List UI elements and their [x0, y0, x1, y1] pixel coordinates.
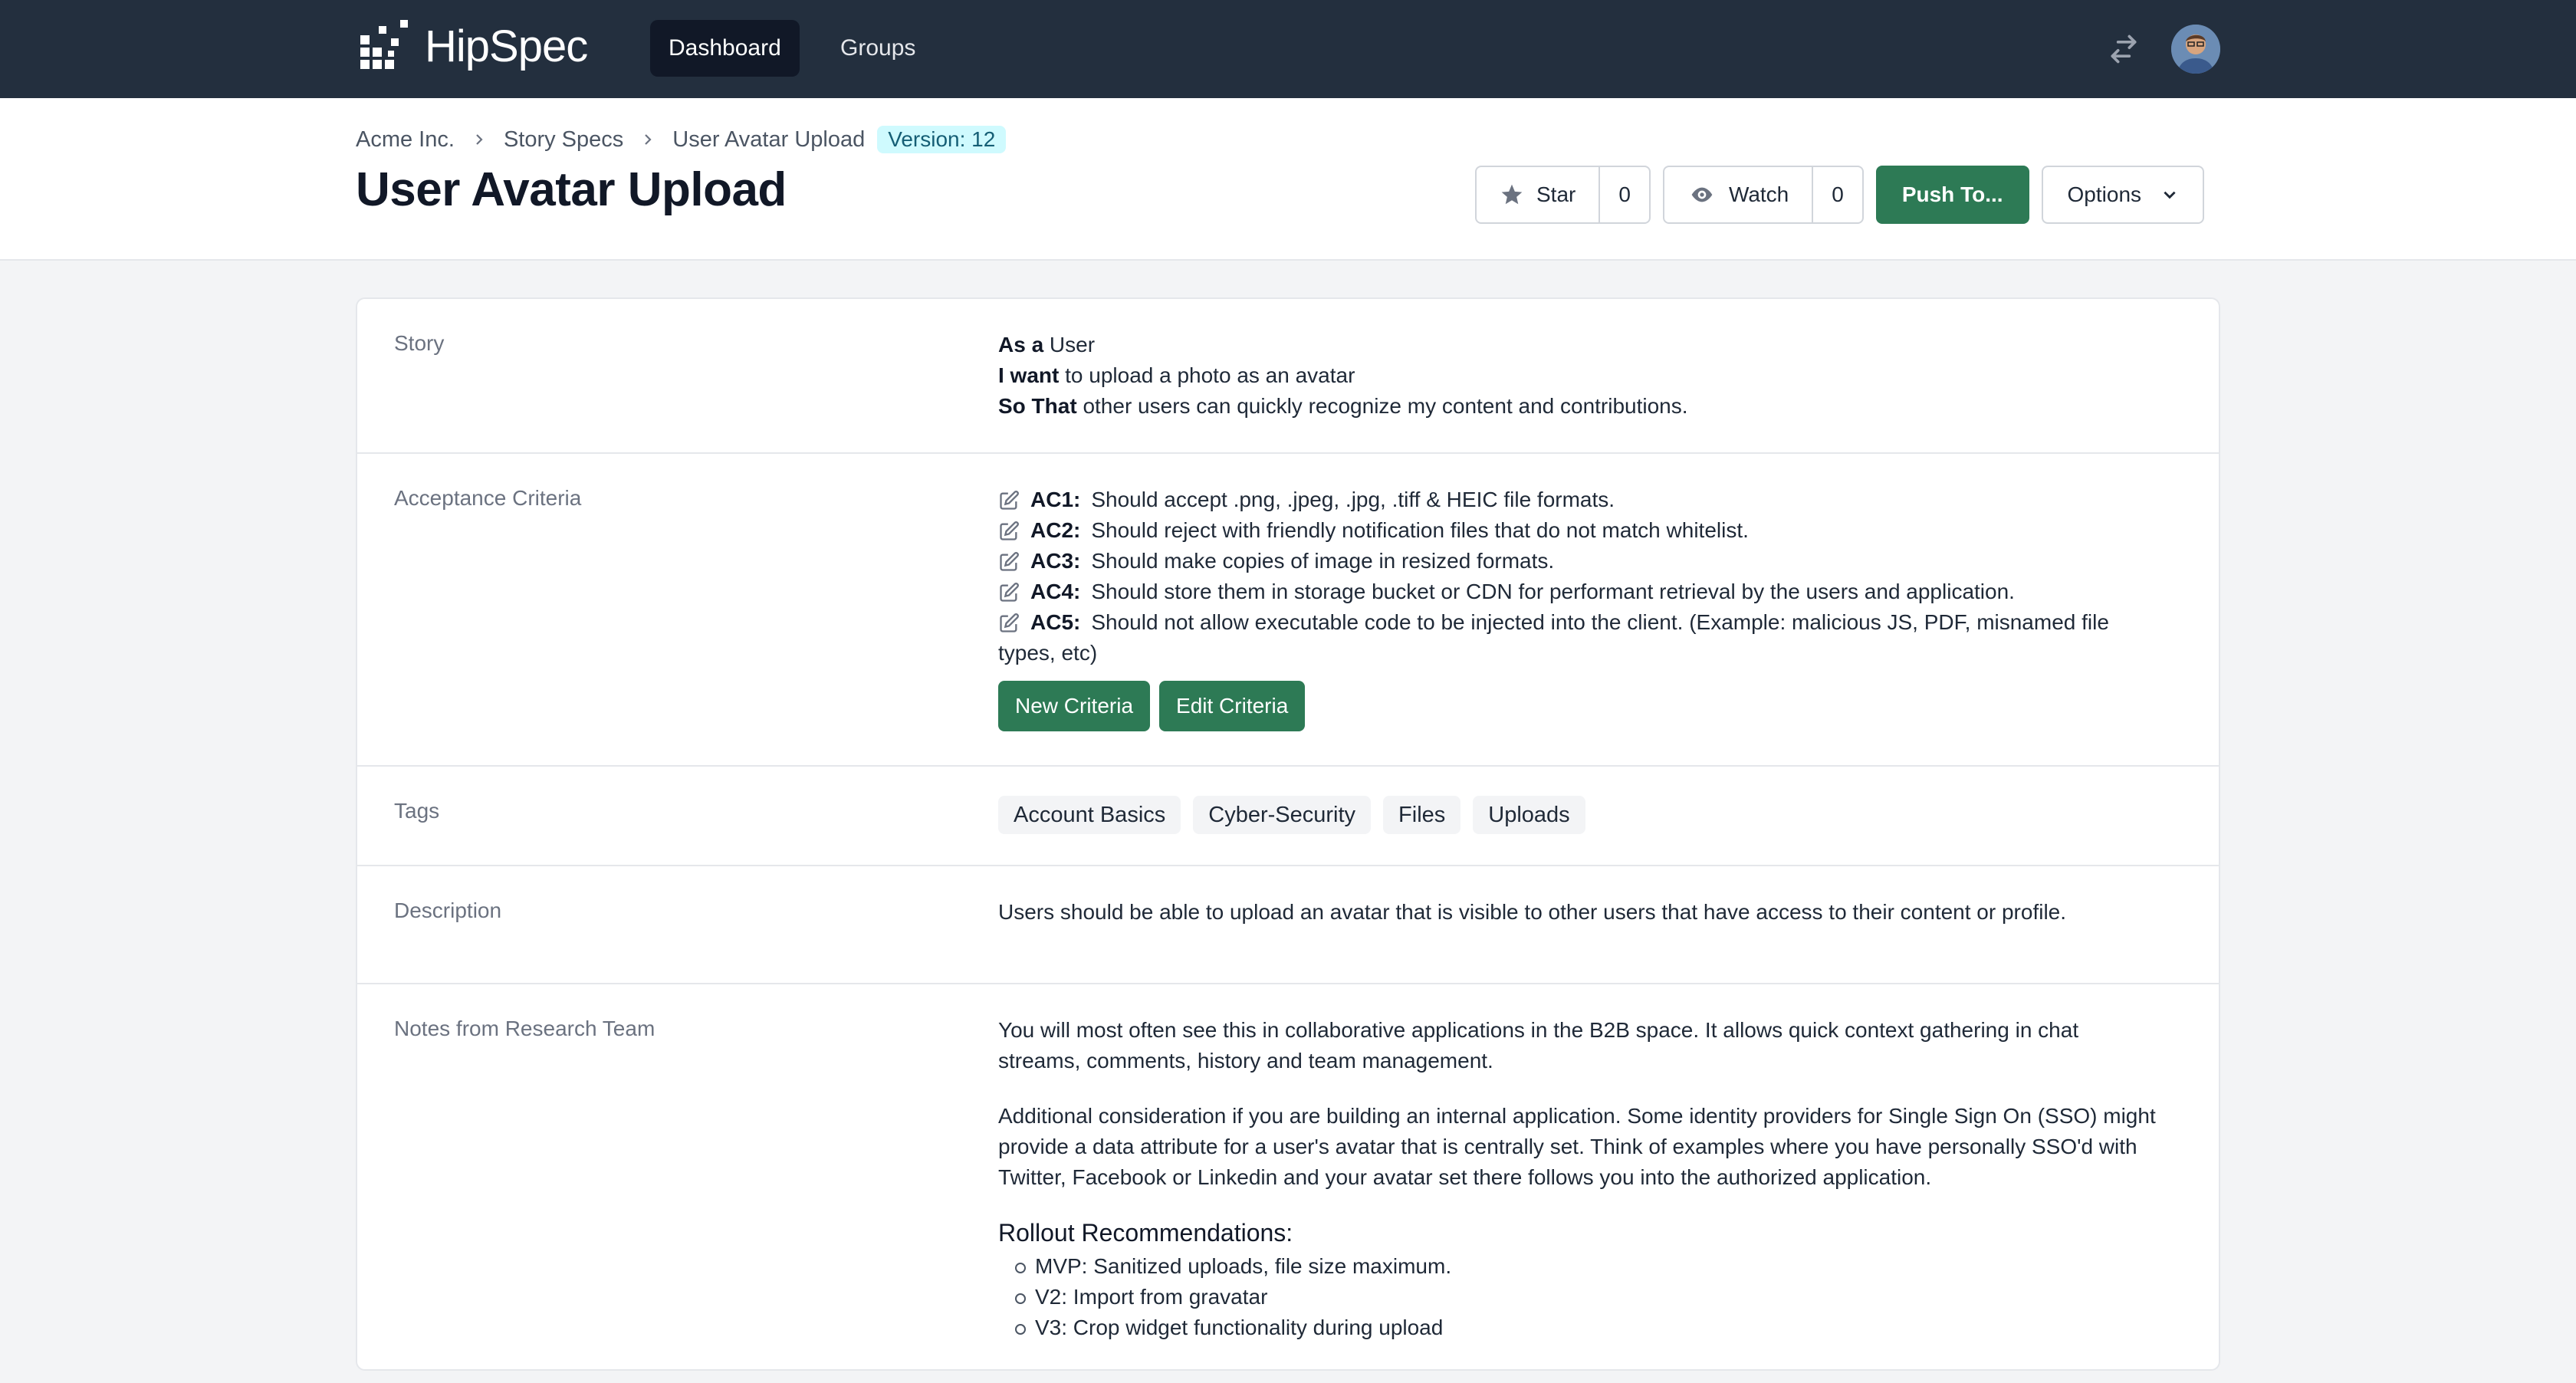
criteria-item: AC4: Should store them in storage bucket … — [998, 577, 2157, 607]
tag[interactable]: Files — [1383, 796, 1461, 834]
so-that-text: other users can quickly recognize my con… — [1076, 394, 1688, 418]
criteria-text: Should make copies of image in resized f… — [1091, 549, 1555, 573]
nav-dashboard[interactable]: Dashboard — [650, 20, 800, 77]
criteria-item: AC3: Should make copies of image in resiz… — [998, 546, 2157, 577]
criteria-label: Acceptance Criteria — [394, 486, 582, 510]
nav-groups[interactable]: Groups — [822, 20, 934, 77]
criteria-content: AC1: Should accept .png, .jpeg, .jpg, .ti… — [998, 485, 2157, 731]
as-a-text: User — [1043, 333, 1096, 356]
star-button-group: Star 0 — [1475, 166, 1651, 224]
watch-count: 0 — [1832, 182, 1844, 206]
page-header: Acme Inc. Story Specs User Avatar Upload… — [0, 98, 2576, 261]
tags-content: Account Basics Cyber-Security Files Uploads — [998, 796, 2157, 834]
user-avatar[interactable] — [2171, 25, 2220, 74]
notes-paragraph: You will most often see this in collabor… — [998, 1018, 2079, 1073]
options-label: Options — [2067, 182, 2142, 206]
chevron-right-icon — [476, 134, 483, 145]
criteria-item: AC2: Should reject with friendly notifica… — [998, 515, 2157, 546]
i-want-keyword: I want — [998, 363, 1060, 387]
options-dropdown[interactable]: Options — [2041, 166, 2205, 224]
breadcrumb-current[interactable]: User Avatar Upload — [672, 127, 865, 153]
edit-icon[interactable] — [998, 582, 1020, 603]
push-to-button[interactable]: Push To... — [1875, 166, 2029, 224]
eye-icon — [1691, 187, 1713, 202]
criteria-id: AC4: — [1030, 580, 1081, 603]
rollout-title: Rollout Recommendations: — [998, 1219, 1293, 1247]
star-label: Star — [1536, 182, 1576, 206]
list-item: V3: Crop widget functionality during upl… — [1015, 1312, 2157, 1343]
criteria-text: Should not allow executable code to be i… — [998, 610, 2109, 665]
new-criteria-button[interactable]: New Criteria — [998, 681, 1151, 731]
breadcrumb-org[interactable]: Acme Inc. — [356, 127, 455, 153]
edit-icon[interactable] — [998, 613, 1020, 634]
tag[interactable]: Uploads — [1473, 796, 1585, 834]
breadcrumb-story-specs[interactable]: Story Specs — [504, 127, 623, 153]
star-button[interactable]: Star — [1477, 167, 1601, 222]
list-item: V2: Import from gravatar — [1015, 1282, 2157, 1312]
tags-label: Tags — [394, 799, 440, 823]
description-row: Description Users should be able to uplo… — [357, 866, 2219, 984]
description-text: Users should be able to upload an avatar… — [998, 900, 2067, 924]
version-badge: Version: 12 — [877, 126, 1007, 153]
story-card: Story As a User I want to upload a photo… — [356, 297, 2220, 1371]
criteria-id: AC5: — [1030, 610, 1081, 634]
top-navbar: HipSpec Dashboard Groups — [0, 0, 2576, 98]
story-row: Story As a User I want to upload a photo… — [357, 299, 2219, 454]
watch-label: Watch — [1728, 182, 1789, 206]
app-name: HipSpec — [425, 21, 588, 71]
edit-icon[interactable] — [998, 521, 1020, 542]
criteria-item: AC5: Should not allow executable code to … — [998, 607, 2157, 669]
story-label: Story — [394, 331, 445, 355]
acceptance-criteria-row: Acceptance Criteria AC1: Should accept .p… — [357, 454, 2219, 767]
chevron-right-icon — [645, 134, 652, 145]
watch-button[interactable]: Watch — [1664, 167, 1814, 222]
star-icon — [1501, 184, 1523, 205]
notes-paragraph: Additional consideration if you are buil… — [998, 1104, 2156, 1189]
swap-arrows-icon[interactable] — [2107, 32, 2141, 66]
i-want-text: to upload a photo as an avatar — [1059, 363, 1355, 387]
list-item: MVP: Sanitized uploads, file size maximu… — [1015, 1251, 2157, 1282]
criteria-text: Should accept .png, .jpeg, .jpg, .tiff &… — [1091, 488, 1615, 511]
tag[interactable]: Account Basics — [998, 796, 1181, 834]
criteria-text: Should store them in storage bucket or C… — [1091, 580, 2015, 603]
criteria-id: AC3: — [1030, 549, 1081, 573]
rollout-list: MVP: Sanitized uploads, file size maximu… — [998, 1251, 2157, 1343]
criteria-item: AC1: Should accept .png, .jpeg, .jpg, .ti… — [998, 485, 2157, 515]
criteria-id: AC2: — [1030, 518, 1081, 542]
watch-button-group: Watch 0 — [1662, 166, 1864, 224]
criteria-id: AC1: — [1030, 488, 1081, 511]
breadcrumb: Acme Inc. Story Specs User Avatar Upload… — [356, 126, 1007, 153]
as-a-keyword: As a — [998, 333, 1044, 356]
app-logo[interactable]: HipSpec — [360, 20, 588, 72]
story-content: As a User I want to upload a photo as an… — [998, 330, 2157, 422]
tag[interactable]: Cyber-Security — [1193, 796, 1372, 834]
edit-criteria-button[interactable]: Edit Criteria — [1159, 681, 1306, 731]
so-that-keyword: So That — [998, 394, 1077, 418]
criteria-text: Should reject with friendly notification… — [1091, 518, 1749, 542]
notes-row: Notes from Research Team You will most o… — [357, 984, 2219, 1383]
description-label: Description — [394, 898, 502, 922]
page-actions: Star 0 Watch 0 Push To... Options — [1475, 166, 2205, 224]
chevron-down-icon — [2164, 191, 2176, 199]
logo-icon — [360, 20, 408, 69]
edit-icon[interactable] — [998, 551, 1020, 573]
notes-content: You will most often see this in collabor… — [998, 1015, 2157, 1343]
star-count: 0 — [1618, 182, 1631, 206]
tags-row: Tags Account Basics Cyber-Security Files Up… — [357, 767, 2219, 866]
page-title: User Avatar Upload — [356, 163, 787, 216]
notes-label: Notes from Research Team — [394, 1017, 656, 1040]
edit-icon[interactable] — [998, 490, 1020, 511]
